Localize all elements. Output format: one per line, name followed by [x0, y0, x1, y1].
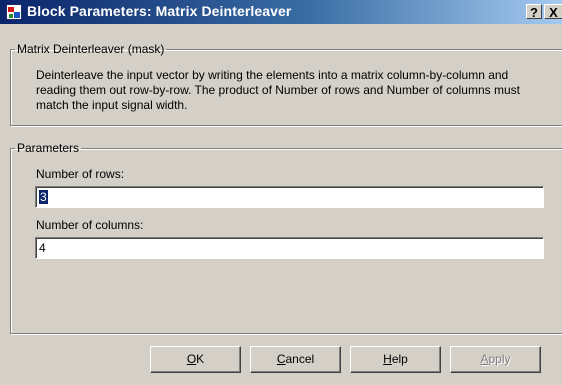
title-bar[interactable]: Block Parameters: Matrix Deinterleaver ?…	[0, 0, 562, 24]
help-icon[interactable]: ?	[526, 4, 542, 20]
help-button[interactable]: Help	[350, 346, 441, 373]
window-title: Block Parameters: Matrix Deinterleaver	[27, 3, 292, 19]
mask-description: Deinterleave the input vector by writing…	[36, 68, 520, 112]
rows-label: Number of rows:	[36, 167, 125, 181]
ok-button[interactable]: OK	[150, 346, 241, 373]
columns-input-value: 4	[39, 241, 46, 255]
rows-input[interactable]: 3	[35, 186, 544, 208]
apply-button[interactable]: Apply	[450, 346, 541, 373]
columns-label: Number of columns:	[36, 218, 144, 232]
rows-input-value: 3	[39, 190, 48, 204]
mask-group-legend: Matrix Deinterleaver (mask)	[17, 42, 165, 56]
parameters-group-legend: Parameters	[17, 141, 80, 155]
simulink-block-icon[interactable]	[6, 4, 22, 20]
close-icon[interactable]: X	[544, 4, 562, 20]
columns-input[interactable]: 4	[35, 237, 544, 259]
cancel-button[interactable]: Cancel	[250, 346, 341, 373]
